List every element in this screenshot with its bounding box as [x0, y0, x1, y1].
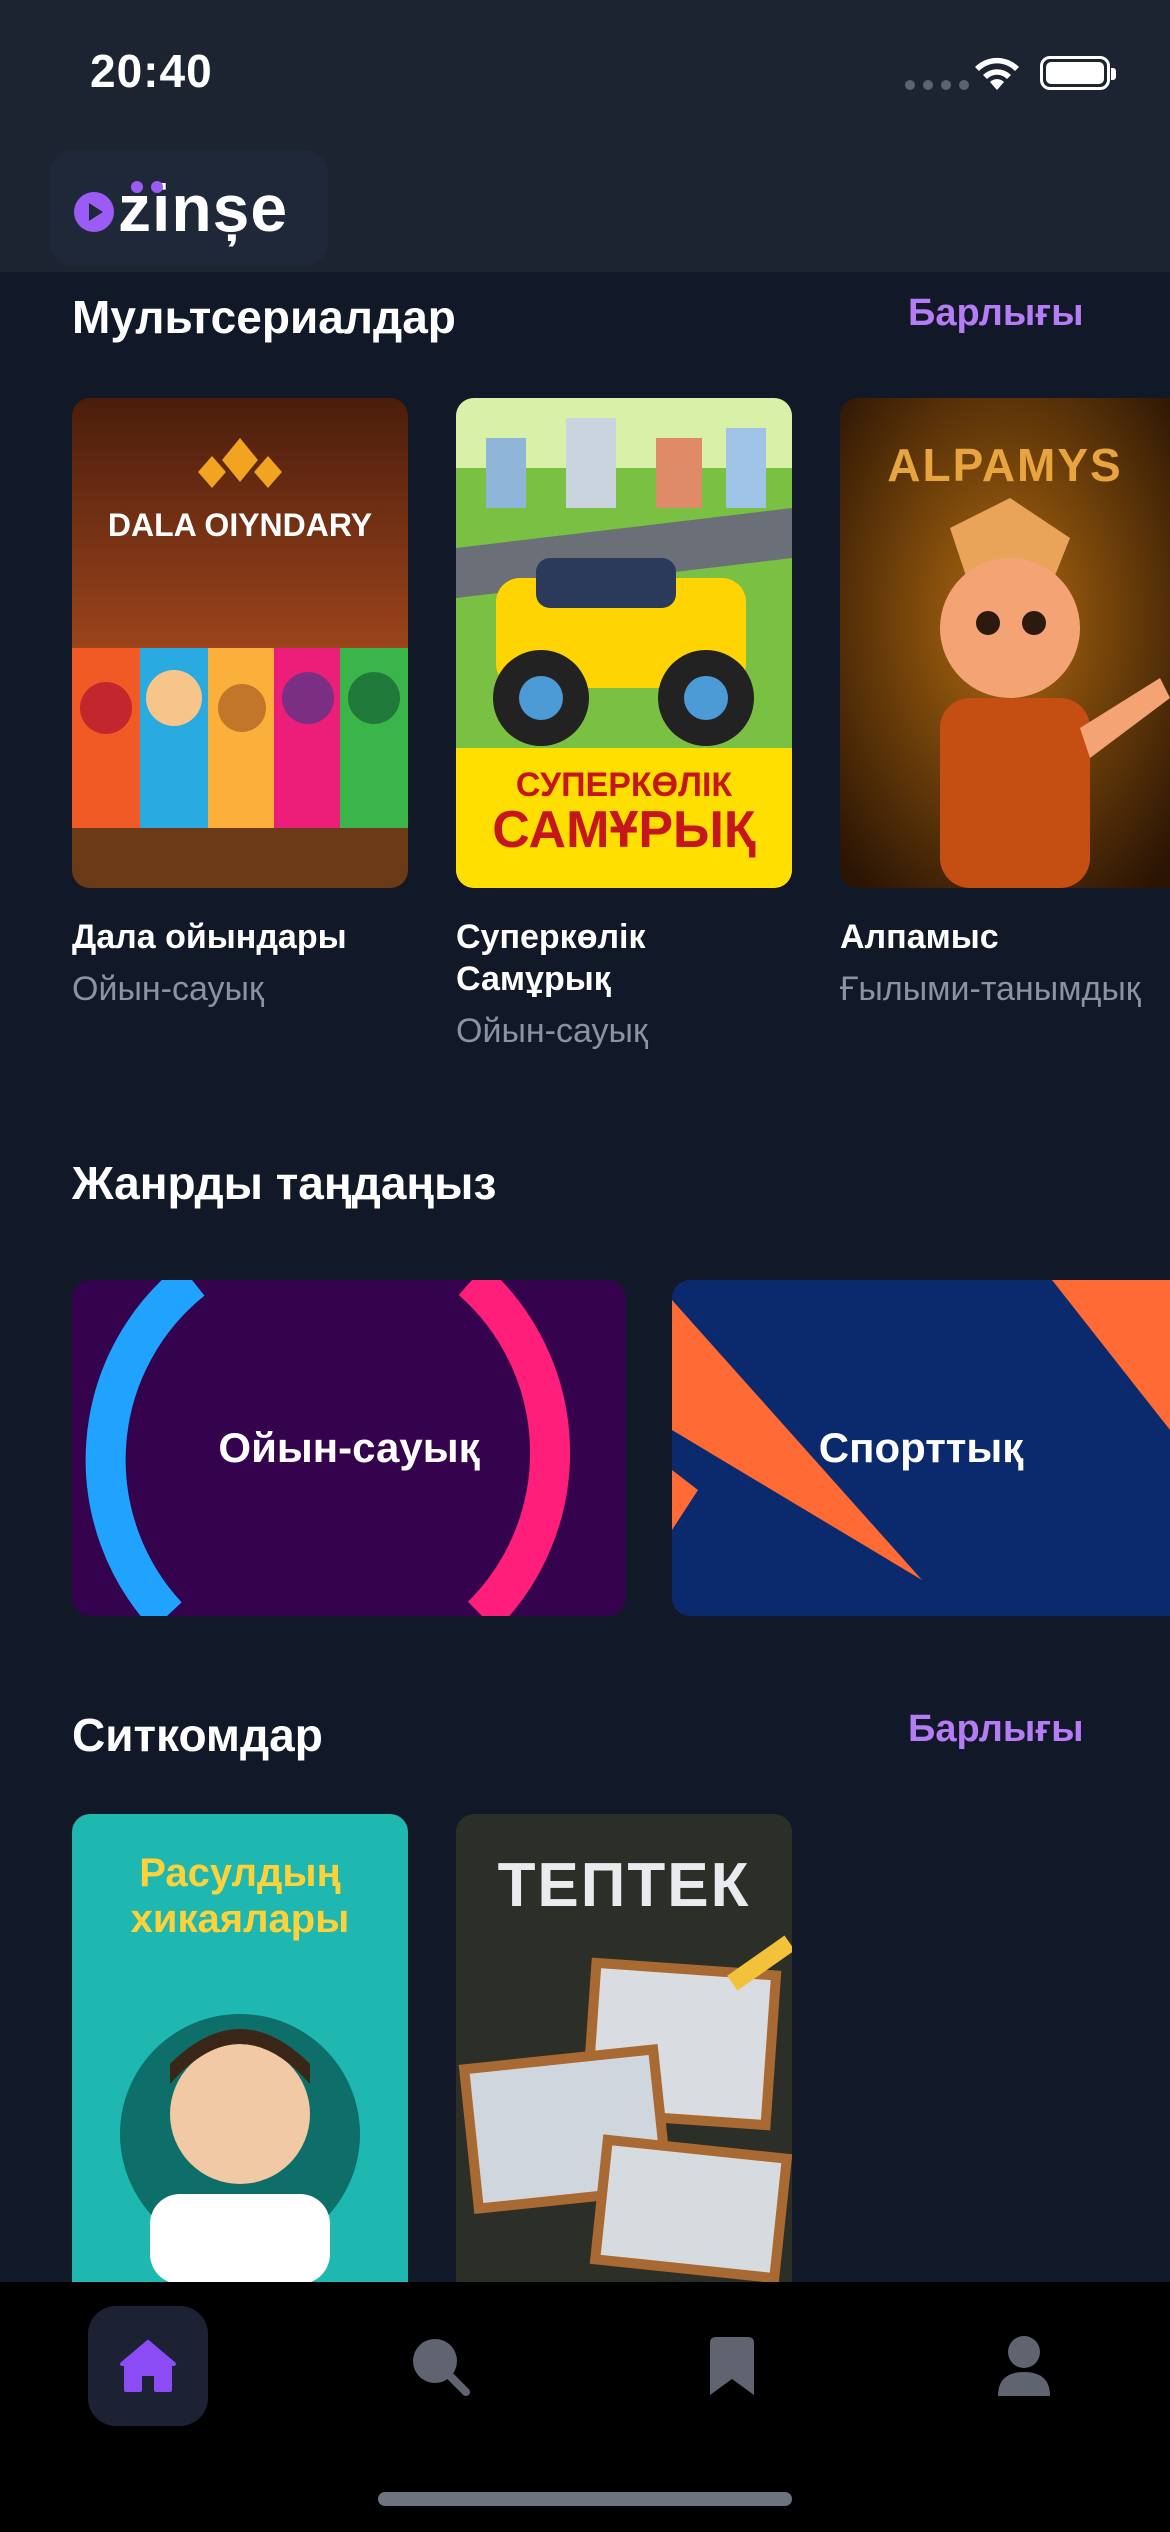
cartoon-genre-2: Ойын-сауық — [456, 1012, 648, 1050]
cartoon-genre-3: Ғылыми-танымдық — [840, 970, 1141, 1008]
profile-icon — [998, 2336, 1050, 2396]
app-logo[interactable]: zinșe — [50, 150, 328, 266]
cartoon-title-2: Суперкөлік Самұрық — [456, 918, 646, 998]
cartoon-title-3: Алпамыс — [840, 918, 999, 956]
tab-search[interactable] — [380, 2306, 500, 2426]
poster-superkolik-samuryk[interactable]: СУПЕРКӨЛІК САМҰРЫҚ — [456, 398, 792, 888]
poster-dala-oiyndary[interactable]: DALA OIYNDARY — [72, 398, 408, 888]
tab-profile[interactable] — [964, 2306, 1084, 2426]
genres-section-title: Жанрды таңдаңыз — [72, 1157, 497, 1209]
poster-dala-art — [72, 398, 408, 888]
genre-card-sport[interactable]: Спорттық — [672, 1280, 1170, 1616]
cartoons-section-title: Мультсериалдар — [72, 291, 456, 343]
home-screen: 20:40 zinșe Мультсериалдар Барлығы DALA … — [0, 0, 1170, 2532]
app-header: zinșe — [0, 140, 1170, 274]
wifi-icon — [975, 57, 1019, 90]
poster-alpamys-title: ALPAMYS — [887, 439, 1123, 491]
genre-card-entertainment[interactable]: Ойын-сауық — [72, 1280, 626, 1616]
poster-rasuldyn-hikayalary[interactable]: Расулдың хикаялары — [72, 1814, 408, 2284]
status-bar: 20:40 — [0, 0, 1170, 140]
sitcoms-section-title: Ситкомдар — [72, 1709, 323, 1761]
tab-home[interactable] — [88, 2306, 208, 2426]
home-indicator — [378, 2492, 792, 2506]
poster-teptek-title: TEПТЕК — [497, 1851, 751, 1920]
poster-teptek[interactable]: TEПТЕК — [456, 1814, 792, 2284]
poster-rasul-line1: Расулдың — [139, 1851, 341, 1895]
sitcoms-see-all-link[interactable]: Барлығы — [908, 1708, 1084, 1751]
bookmark-icon — [710, 2337, 754, 2395]
poster-dala-title: DALA OIYNDARY — [107, 507, 373, 543]
poster-samuryk-line1: СУПЕРКӨЛІК — [515, 766, 733, 804]
logo-dots-icon — [131, 181, 163, 193]
poster-rasul-line2: хикаялары — [130, 1897, 350, 1941]
battery-icon — [1040, 56, 1116, 90]
cartoons-see-all-link[interactable]: Барлығы — [908, 292, 1084, 335]
poster-alpamys[interactable]: ALPAMYS — [840, 398, 1170, 888]
cartoon-title-1: Дала ойындары — [72, 918, 347, 956]
genre-label-entertainment: Ойын-сауық — [218, 1424, 480, 1471]
search-icon — [413, 2339, 470, 2396]
genre-label-sport: Спорттық — [818, 1424, 1024, 1471]
tab-bookmarks[interactable] — [672, 2306, 792, 2426]
cartoon-genre-1: Ойын-сауық — [72, 970, 264, 1008]
home-icon — [120, 2340, 176, 2392]
play-logo-icon — [74, 192, 114, 232]
cellular-signal-icon — [905, 80, 969, 90]
status-time: 20:40 — [90, 45, 213, 97]
poster-samuryk-line2: САМҰРЫҚ — [492, 801, 756, 859]
